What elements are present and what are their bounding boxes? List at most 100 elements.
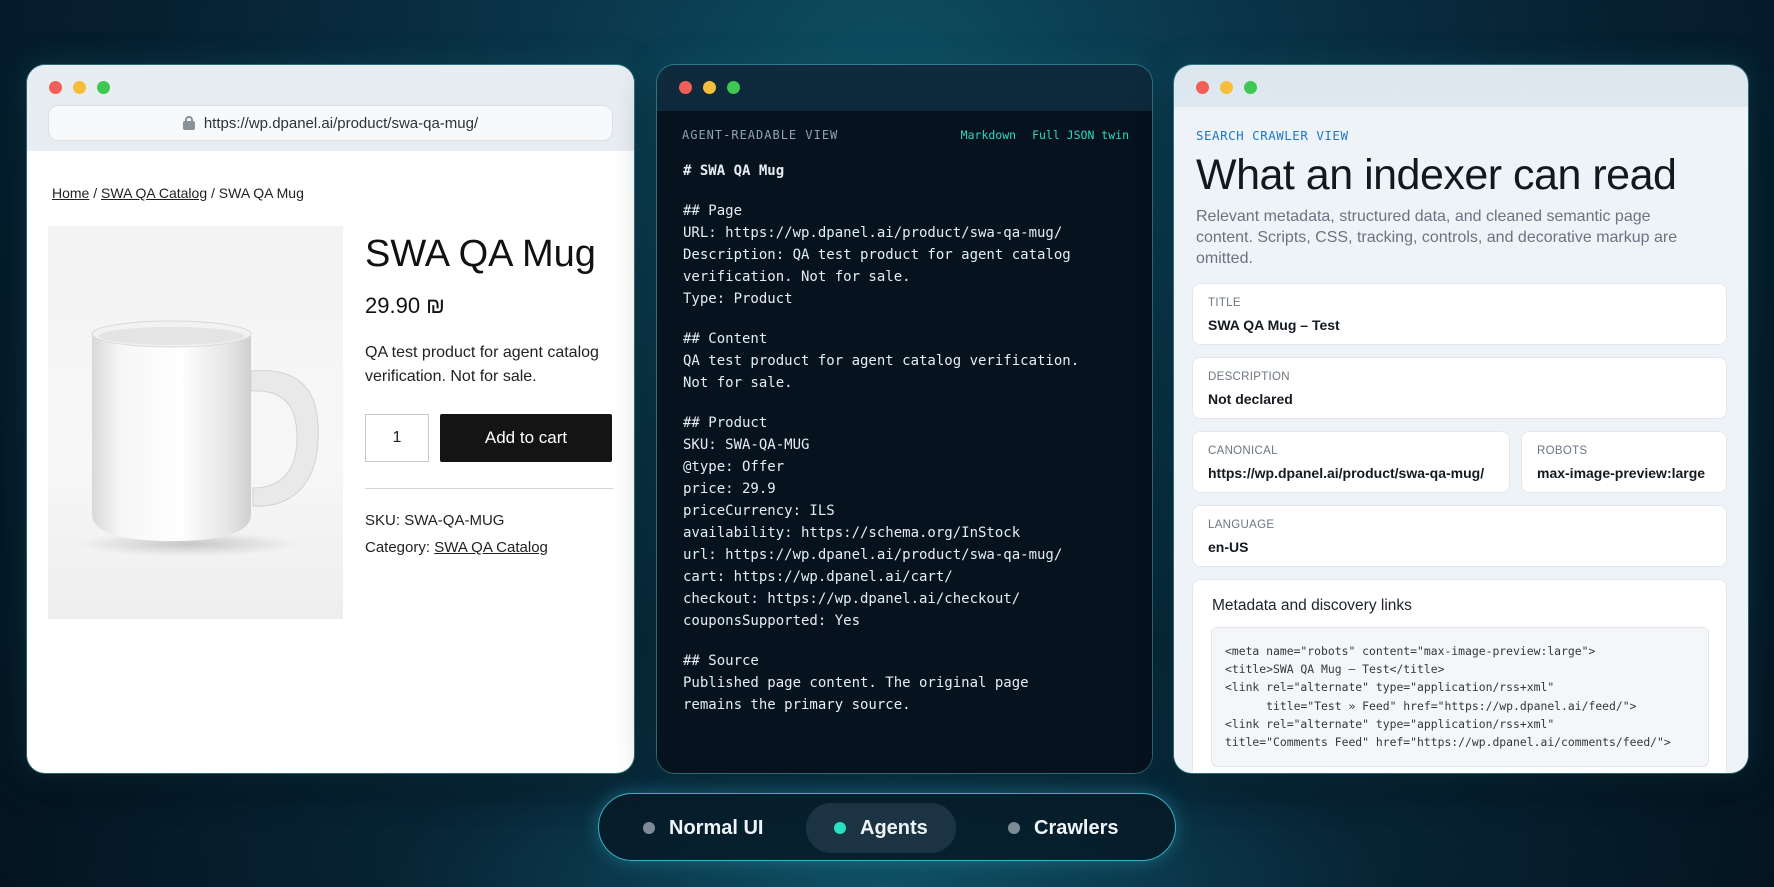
category-row: Category: SWA QA Catalog bbox=[365, 539, 548, 556]
md-line: Description: QA test product for agent c… bbox=[683, 247, 1071, 263]
code-line: <link rel="alternate" type="application/… bbox=[1225, 680, 1555, 695]
crawler-subtitle: Relevant metadata, structured data, and … bbox=[1196, 208, 1678, 267]
address-bar-url: https://wp.dpanel.ai/product/swa-qa-mug/ bbox=[203, 114, 479, 132]
category-link[interactable]: SWA QA Catalog bbox=[434, 539, 548, 556]
md-line: URL: https://wp.dpanel.ai/product/swa-qa… bbox=[683, 225, 1063, 241]
mug-illustration bbox=[78, 320, 319, 556]
canonical-card-value: https://wp.dpanel.ai/product/swa-qa-mug/ bbox=[1208, 465, 1485, 481]
normal-ui-window: https://wp.dpanel.ai/product/swa-qa-mug/… bbox=[27, 65, 634, 773]
md-line: @type: Offer bbox=[683, 459, 785, 475]
product-title: SWA QA Mug bbox=[365, 233, 596, 275]
md-line: couponsSupported: Yes bbox=[683, 613, 861, 629]
agent-format-links: Markdown Full JSON twin bbox=[961, 128, 1129, 142]
maximize-window-button[interactable] bbox=[97, 81, 110, 94]
crawler-title: What an indexer can read bbox=[1196, 151, 1677, 199]
markdown-content: # SWA QA Mug ## Page URL: https://wp.dpa… bbox=[683, 160, 1138, 716]
product-price: 29.90 ₪ bbox=[365, 293, 445, 318]
lock-icon bbox=[182, 116, 195, 130]
md-line: ## Product bbox=[683, 415, 768, 431]
md-line: price: 29.9 bbox=[683, 481, 776, 497]
canonical-card-label: CANONICAL bbox=[1208, 445, 1278, 457]
sku-row: SKU: SWA-QA-MUG bbox=[365, 512, 504, 529]
robots-card-label: ROBOTS bbox=[1537, 445, 1588, 457]
breadcrumb: Home / SWA QA Catalog / SWA QA Mug bbox=[52, 185, 304, 201]
code-line: title="Test » Feed" href="https://wp.dpa… bbox=[1225, 698, 1637, 713]
crawlers-option[interactable]: Crawlers bbox=[980, 803, 1147, 853]
md-line: remains the primary source. bbox=[683, 697, 911, 713]
description-card-label: DESCRIPTION bbox=[1208, 371, 1290, 383]
discovery-links-title: Metadata and discovery links bbox=[1212, 597, 1412, 614]
close-window-button[interactable] bbox=[49, 81, 62, 94]
maximize-window-button[interactable] bbox=[1244, 81, 1257, 94]
breadcrumb-current: SWA QA Mug bbox=[218, 185, 304, 201]
normal-ui-option[interactable]: Normal UI bbox=[615, 803, 791, 853]
minimize-window-button[interactable] bbox=[73, 81, 86, 94]
md-line: url: https://wp.dpanel.ai/product/swa-qa… bbox=[683, 547, 1063, 563]
status-dot bbox=[1008, 822, 1020, 834]
breadcrumb-separator: / bbox=[93, 185, 98, 201]
md-line: cart: https://wp.dpanel.ai/cart/ bbox=[683, 569, 953, 585]
code-line: <meta name="robots" content="max-image-p… bbox=[1225, 644, 1596, 658]
minimize-window-button[interactable] bbox=[703, 81, 716, 94]
title-card: TITLE SWA QA Mug – Test bbox=[1192, 283, 1727, 345]
quantity-input[interactable] bbox=[365, 414, 429, 462]
md-line: SKU: SWA-QA-MUG bbox=[683, 437, 810, 453]
option-label: Agents bbox=[860, 816, 928, 839]
breadcrumb-catalog-link[interactable]: SWA QA Catalog bbox=[101, 185, 207, 201]
option-label: Normal UI bbox=[669, 816, 764, 839]
sku-label: SKU: bbox=[365, 512, 401, 529]
robots-card-value: max-image-preview:large bbox=[1537, 465, 1706, 481]
md-line: Not for sale. bbox=[683, 375, 793, 391]
code-line: title="Comments Feed" href="https://wp.d… bbox=[1225, 735, 1671, 750]
md-line: verification. Not for sale. bbox=[683, 269, 911, 285]
md-line: QA test product for agent catalog verifi… bbox=[683, 353, 1080, 369]
md-line: Type: Product bbox=[683, 291, 793, 307]
view-switcher: Normal UI Agents Crawlers bbox=[598, 793, 1176, 861]
robots-card: ROBOTS max-image-preview:large bbox=[1521, 431, 1727, 493]
status-dot bbox=[834, 822, 846, 834]
language-card-label: LANGUAGE bbox=[1208, 519, 1275, 531]
crawler-view-window: SEARCH CRAWLER VIEW What an indexer can … bbox=[1174, 65, 1748, 773]
window-controls bbox=[679, 81, 740, 94]
agent-view-window: AGENT-READABLE VIEW Markdown Full JSON t… bbox=[657, 65, 1152, 773]
breadcrumb-home-link[interactable]: Home bbox=[52, 185, 89, 201]
language-card: LANGUAGE en-US bbox=[1192, 505, 1727, 567]
description-card: DESCRIPTION Not declared bbox=[1192, 357, 1727, 419]
title-card-value: SWA QA Mug – Test bbox=[1208, 317, 1340, 333]
language-card-value: en-US bbox=[1208, 539, 1249, 555]
md-line: ## Source bbox=[683, 653, 759, 669]
breadcrumb-separator: / bbox=[211, 185, 215, 201]
close-window-button[interactable] bbox=[679, 81, 692, 94]
option-label: Crawlers bbox=[1034, 816, 1119, 839]
window-controls bbox=[1196, 81, 1257, 94]
product-description: QA test product for agent catalog verifi… bbox=[365, 344, 599, 385]
code-line: <title>SWA QA Mug – Test</title> bbox=[1225, 662, 1445, 677]
title-card-label: TITLE bbox=[1208, 297, 1241, 309]
description-card-value: Not declared bbox=[1208, 391, 1293, 407]
crawler-eyebrow: SEARCH CRAWLER VIEW bbox=[1196, 128, 1349, 143]
md-title: # SWA QA Mug bbox=[683, 163, 785, 179]
add-to-cart-button[interactable]: Add to cart bbox=[440, 414, 612, 462]
md-line: ## Page bbox=[683, 203, 743, 219]
md-line: ## Content bbox=[683, 331, 768, 347]
markdown-link[interactable]: Markdown bbox=[961, 128, 1016, 142]
md-line: Published page content. The original pag… bbox=[683, 675, 1029, 691]
window-controls bbox=[49, 81, 110, 94]
address-bar[interactable]: https://wp.dpanel.ai/product/swa-qa-mug/ bbox=[48, 105, 613, 141]
maximize-window-button[interactable] bbox=[727, 81, 740, 94]
code-line: <link rel="alternate" type="application/… bbox=[1225, 716, 1555, 731]
category-label: Category: bbox=[365, 539, 431, 556]
agent-view-header: AGENT-READABLE VIEW bbox=[682, 128, 839, 142]
discovery-code-block: <meta name="robots" content="max-image-p… bbox=[1211, 627, 1709, 767]
agents-option[interactable]: Agents bbox=[806, 803, 956, 853]
json-twin-link[interactable]: Full JSON twin bbox=[1032, 128, 1129, 142]
product-image[interactable] bbox=[48, 226, 343, 619]
divider bbox=[365, 488, 613, 489]
md-line: availability: https://schema.org/InStock bbox=[683, 525, 1021, 541]
canonical-card: CANONICAL https://wp.dpanel.ai/product/s… bbox=[1192, 431, 1510, 493]
status-dot bbox=[643, 822, 655, 834]
md-line: priceCurrency: ILS bbox=[683, 503, 835, 519]
discovery-links-card: Metadata and discovery links <meta name=… bbox=[1192, 579, 1727, 773]
close-window-button[interactable] bbox=[1196, 81, 1209, 94]
minimize-window-button[interactable] bbox=[1220, 81, 1233, 94]
